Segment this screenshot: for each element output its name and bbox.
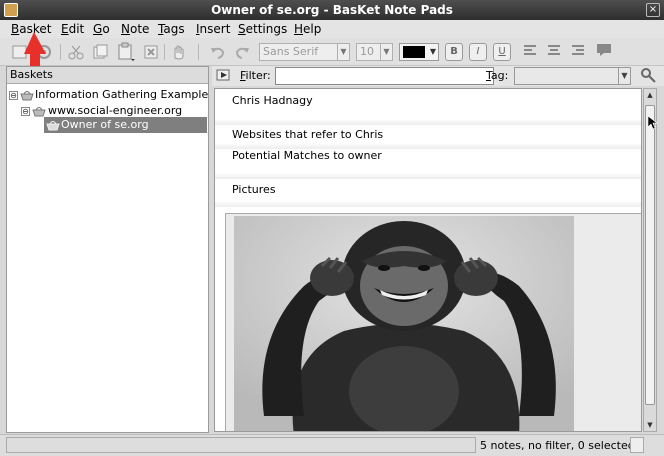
chevron-down-icon: ▼: [618, 68, 630, 84]
title-bar: Owner of se.org - BasKet Note Pads ×: [0, 0, 664, 20]
italic-button[interactable]: I: [469, 43, 487, 61]
basket-label: Owner of se.org: [61, 118, 149, 131]
basket-tree-item[interactable]: ⊖ Information Gathering Example: [9, 87, 209, 103]
basket-icon: [20, 91, 34, 101]
image-note[interactable]: [225, 213, 641, 431]
baskets-panel: Baskets ⊖ Information Gathering Example …: [6, 66, 209, 433]
menu-edit[interactable]: Edit: [61, 22, 84, 36]
window-title: Owner of se.org - BasKet Note Pads: [211, 3, 453, 17]
basket-label: Information Gathering Example: [35, 88, 209, 101]
menu-help[interactable]: Help: [294, 22, 321, 36]
scroll-up-icon[interactable]: ▲: [644, 89, 656, 101]
chevron-down-icon: ▼: [429, 47, 436, 56]
filter-bar-icon[interactable]: [216, 68, 232, 85]
text-color-button[interactable]: ▼: [399, 43, 439, 61]
chimpanzee-image: [234, 216, 574, 431]
toolbar-separator: [60, 44, 61, 60]
note-item[interactable]: Websites that refer to Chris: [215, 125, 641, 145]
filter-label: Filter:: [240, 69, 271, 82]
tag-select[interactable]: ▼: [514, 67, 631, 85]
align-right-icon[interactable]: [570, 43, 586, 59]
chevron-down-icon: ▼: [337, 44, 349, 60]
grab-screen-icon[interactable]: [168, 42, 188, 62]
status-lock-indicator: [630, 437, 644, 453]
collapse-icon[interactable]: ⊖: [21, 107, 30, 116]
note-divider: [215, 173, 641, 179]
menu-note[interactable]: Note: [121, 22, 149, 36]
scroll-down-icon[interactable]: ▼: [644, 419, 656, 431]
chevron-down-icon: ▼: [380, 44, 392, 60]
note-item[interactable]: Pictures: [215, 180, 641, 200]
menu-settings[interactable]: Settings: [238, 22, 287, 36]
menu-bar: Basket Edit Go Note Tags Insert Settings…: [0, 20, 664, 38]
note-icon[interactable]: [596, 43, 612, 59]
note-item[interactable]: Chris Hadnagy: [215, 91, 641, 111]
menu-tags[interactable]: Tags: [158, 22, 185, 36]
basket-icon: [46, 121, 60, 131]
menu-insert[interactable]: Insert: [196, 22, 230, 36]
underline-button[interactable]: U: [493, 43, 511, 61]
toolbar-separator: [164, 44, 165, 60]
mouse-cursor-icon: [648, 116, 658, 130]
app-icon: [4, 3, 18, 17]
toolbar: Sans Serif ▼ 10 ▼ ▼ B I U: [0, 38, 664, 66]
basket-icon: [32, 107, 46, 117]
scrollbar-thumb[interactable]: [645, 105, 655, 405]
close-window-button[interactable]: ×: [646, 3, 660, 17]
font-size-select[interactable]: 10 ▼: [356, 43, 393, 61]
color-swatch: [403, 46, 425, 58]
menu-go[interactable]: Go: [93, 22, 110, 36]
copy-icon[interactable]: [90, 42, 110, 62]
font-family-select[interactable]: Sans Serif ▼: [259, 43, 350, 61]
reset-filter-icon[interactable]: [640, 67, 658, 88]
align-center-icon[interactable]: [546, 43, 562, 59]
paste-icon[interactable]: [116, 42, 136, 62]
align-left-icon[interactable]: [522, 43, 538, 59]
filter-input[interactable]: [275, 67, 494, 85]
filter-bar: Filter: Tag: ▼: [212, 66, 664, 86]
note-divider: [215, 201, 641, 207]
status-text: 5 notes, no filter, 0 selected: [480, 439, 635, 452]
note-item[interactable]: Potential Matches to owner: [215, 146, 641, 166]
status-bar: 5 notes, no filter, 0 selected: [0, 434, 664, 456]
toolbar-separator: [198, 44, 199, 60]
bold-button[interactable]: B: [445, 43, 463, 61]
tag-label: Tag:: [486, 69, 509, 82]
baskets-header: Baskets: [7, 67, 208, 84]
notes-panel: Chris Hadnagy Websites that refer to Chr…: [214, 88, 642, 432]
redo-icon[interactable]: [232, 42, 252, 62]
collapse-icon[interactable]: ⊖: [9, 91, 18, 100]
delete-icon[interactable]: [141, 42, 161, 62]
notes-scrollbar[interactable]: ▲ ▼: [643, 88, 657, 432]
status-message-area: [6, 437, 476, 453]
cut-icon[interactable]: [66, 42, 86, 62]
undo-icon[interactable]: [208, 42, 228, 62]
basket-tree-item-selected[interactable]: Owner of se.org: [44, 117, 207, 133]
